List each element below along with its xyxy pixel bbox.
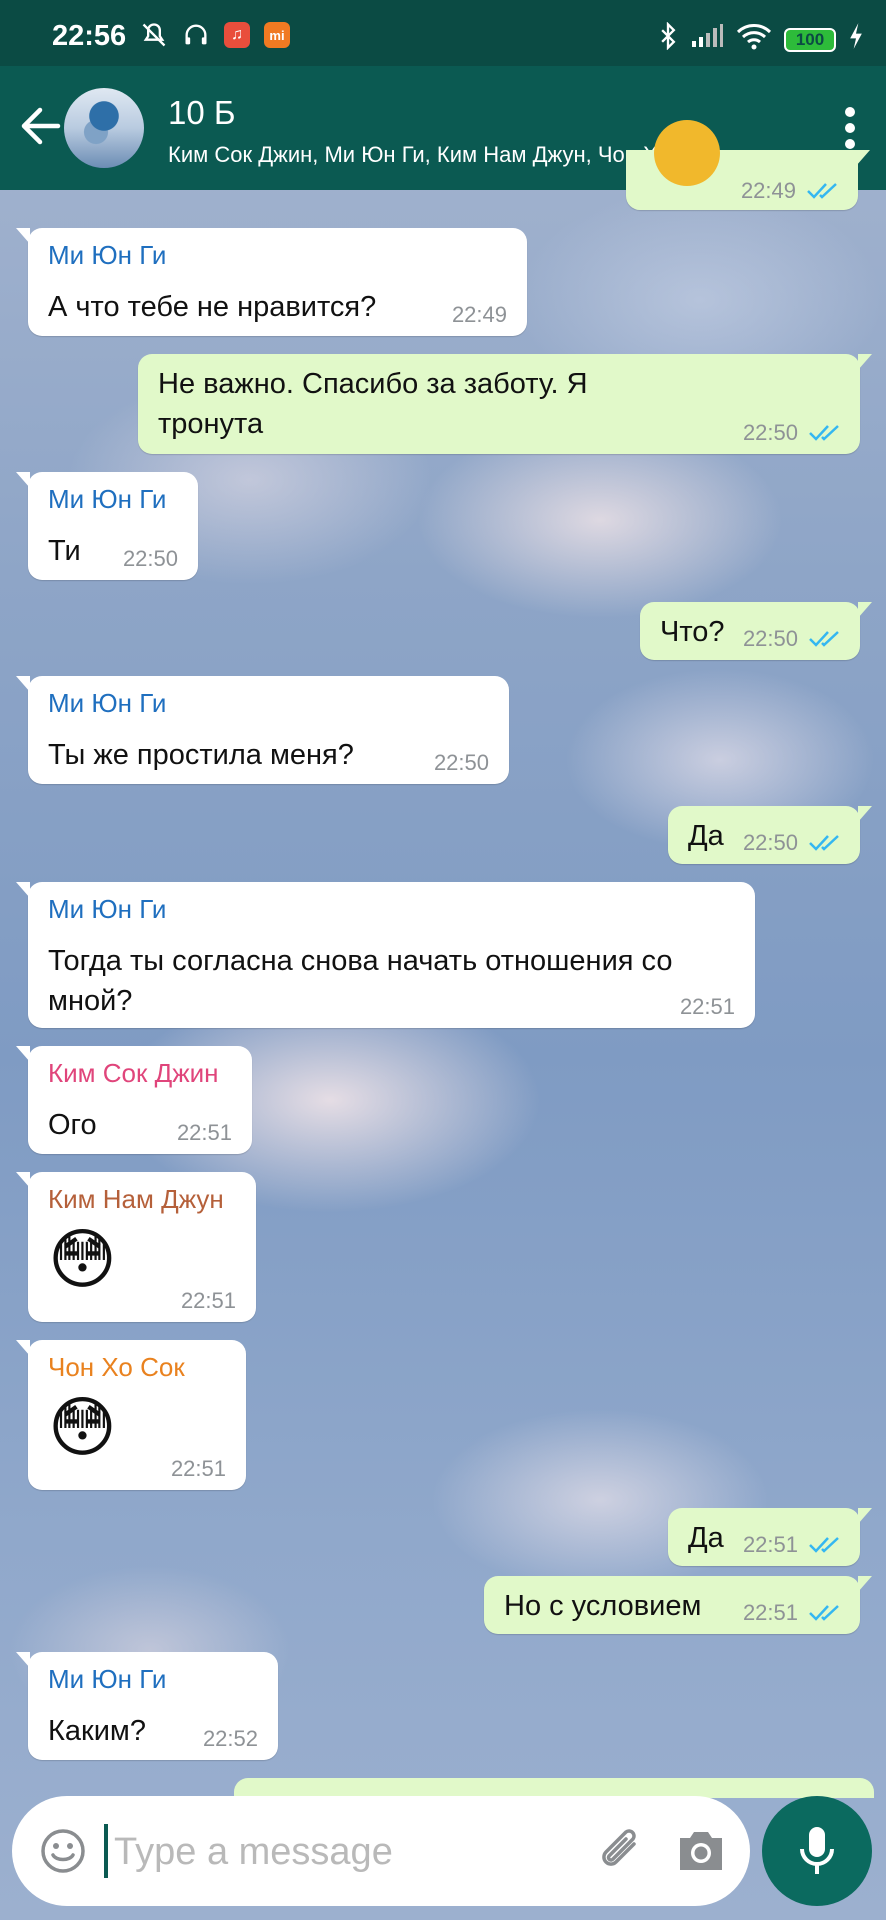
message-text: Тогда ты согласна снова начать отношения… (48, 945, 673, 1017)
microphone-icon (800, 1827, 834, 1874)
bluetooth-icon (658, 21, 678, 57)
double-check-icon (809, 1605, 839, 1621)
double-check-icon (809, 631, 839, 647)
message-text: Ты же простила меня? (48, 739, 354, 771)
message-time: 22:51 (176, 1120, 232, 1145)
mi-app-icon: mi (264, 22, 290, 48)
more-vertical-icon (845, 107, 855, 149)
message-text: Не важно. Спасибо за заботу. Я тронута (158, 368, 588, 440)
message-time: 22:51 (170, 1456, 226, 1481)
muted-bell-icon (140, 22, 168, 48)
double-check-icon (809, 1537, 839, 1553)
message-input[interactable] (112, 1818, 476, 1886)
message-sender: Ми Юн Ги (48, 484, 167, 514)
battery-indicator: 100 (784, 27, 836, 52)
status-notification-icons: ♫ mi (140, 22, 290, 48)
double-check-icon (809, 835, 839, 851)
double-check-icon (809, 425, 839, 441)
headphones-icon (182, 22, 210, 48)
message-bubble-partial[interactable]: 22:49 (626, 120, 870, 210)
message-bubble-outgoing[interactable]: Но с условием 22:51 (484, 1576, 872, 1634)
message-text: А что тебе не нравится? (48, 291, 377, 323)
message-bubble-outgoing[interactable]: Да 22:51 (668, 1508, 872, 1566)
emoji-flushed: 😳 (48, 1222, 117, 1296)
message-bubble-outgoing[interactable]: Не важно. Спасибо за заботу. Я тронута 2… (138, 354, 872, 454)
back-button[interactable] (18, 96, 68, 156)
message-time: 22:51 (679, 994, 735, 1019)
message-sender: Ми Юн Ги (48, 688, 167, 718)
attach-button[interactable] (594, 1822, 650, 1878)
more-options-button[interactable] (842, 106, 858, 150)
message-time: 22:50 (742, 420, 798, 445)
message-sender: Ми Юн Ги (48, 1664, 167, 1694)
message-time: 22:51 (742, 1532, 798, 1557)
charging-icon (848, 22, 864, 57)
emoji-button[interactable] (40, 1828, 86, 1874)
camera-icon (680, 1832, 722, 1870)
message-time: 22:50 (742, 626, 798, 651)
message-bubble-incoming[interactable]: Чон Хо Сок 😳 22:51 (16, 1340, 246, 1490)
voice-record-button[interactable] (762, 1796, 872, 1906)
message-bubble-incoming[interactable]: Ким Нам Джун 😳 22:51 (16, 1172, 256, 1322)
smiley-icon (41, 1829, 85, 1873)
message-time: 22:51 (742, 1600, 798, 1625)
message-bubble-incoming[interactable]: Ми Юн Ги Ти 22:50 (16, 472, 198, 580)
message-time: 22:52 (202, 1726, 258, 1751)
emoji-flushed: 😳 (48, 1390, 117, 1464)
message-bubble-incoming[interactable]: Ми Юн Ги Ты же простила меня? 22:50 (16, 676, 509, 784)
emoji-partial (654, 120, 720, 186)
message-time: 22:50 (433, 750, 489, 775)
double-check-icon (807, 183, 837, 199)
text-cursor (104, 1824, 108, 1878)
paperclip-icon (602, 1829, 636, 1866)
status-bar: 22:56 ♫ mi 100 (0, 0, 886, 66)
message-time: 22:50 (122, 546, 178, 571)
group-avatar[interactable] (64, 88, 144, 168)
wifi-icon (736, 22, 772, 57)
message-sender: Ким Сок Джин (48, 1058, 219, 1088)
message-bubble-incoming[interactable]: Ми Юн Ги А что тебе не нравится? 22:49 (16, 228, 527, 336)
arrow-left-icon (21, 107, 61, 145)
message-composer (12, 1796, 750, 1906)
message-bubble-incoming[interactable]: Ми Юн Ги Тогда ты согласна снова начать … (16, 882, 755, 1028)
message-time: 22:51 (180, 1288, 236, 1313)
message-time: 22:50 (742, 830, 798, 855)
status-time: 22:56 (52, 20, 127, 52)
message-sender: Ким Нам Джун (48, 1184, 224, 1214)
message-sender: Ми Юн Ги (48, 240, 167, 270)
message-bubble-incoming[interactable]: Ким Сок Джин Ого 22:51 (16, 1046, 252, 1154)
signal-icon (690, 23, 724, 56)
music-app-icon: ♫ (224, 22, 250, 48)
status-system-icons: 100 (658, 21, 864, 57)
message-bubble-outgoing[interactable]: Что? 22:50 (640, 602, 872, 660)
message-time: 22:49 (451, 302, 507, 327)
camera-button[interactable] (674, 1826, 728, 1876)
message-bubble-outgoing[interactable]: Да 22:50 (668, 806, 872, 864)
message-bubble-partial (234, 1778, 874, 1798)
message-sender: Чон Хо Сок (48, 1352, 185, 1382)
chat-title[interactable]: 10 Б (168, 94, 236, 132)
message-sender: Ми Юн Ги (48, 894, 167, 924)
message-bubble-incoming[interactable]: Ми Юн Ги Каким? 22:52 (16, 1652, 278, 1760)
message-time: 22:49 (740, 178, 796, 203)
